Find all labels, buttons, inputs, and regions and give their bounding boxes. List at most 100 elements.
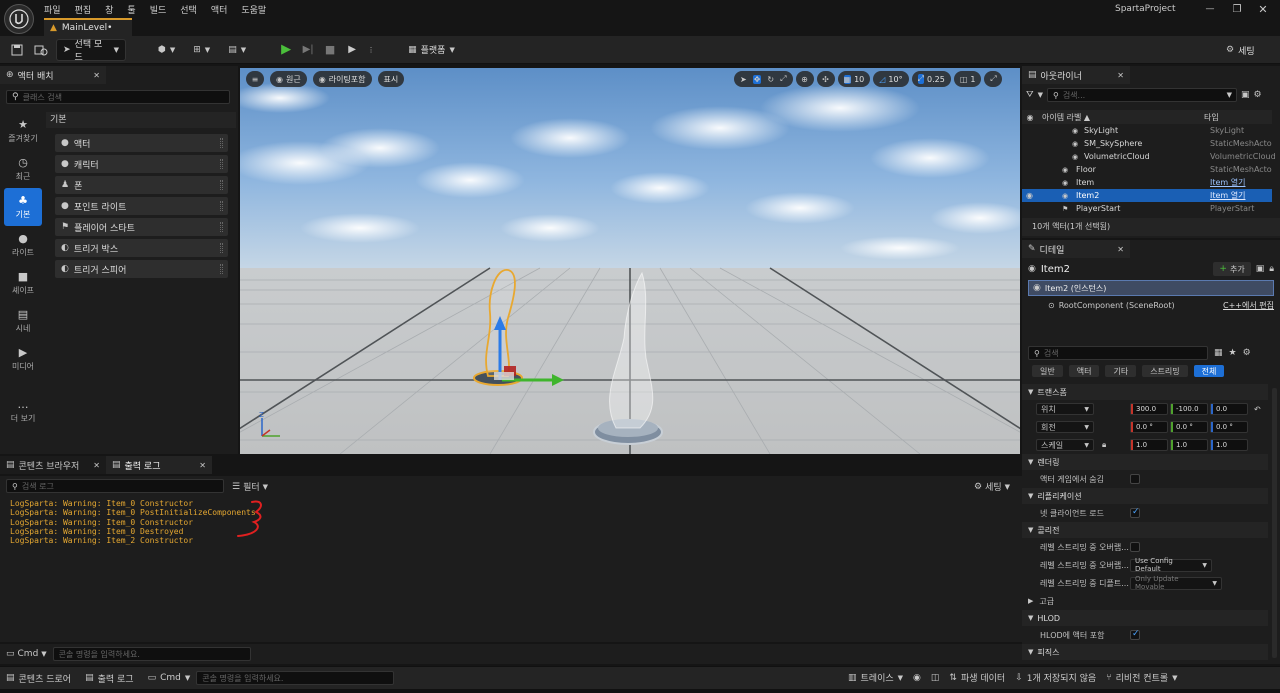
transform-section-header[interactable]: ▼ 트랜스폼 (1022, 384, 1268, 400)
menu-window[interactable]: 창 (105, 3, 113, 16)
place-item-character[interactable]: ● 캐릭터 (55, 155, 228, 173)
location-dropdown[interactable]: 위치 ▼ (1036, 403, 1094, 415)
play-icon[interactable]: ▶ (278, 42, 294, 57)
close-tab-icon[interactable]: ✕ (1117, 245, 1124, 254)
statusbar-cmd-selector[interactable]: ▭ Cmd ▼ (148, 673, 191, 683)
root-component-row[interactable]: ⊙ RootComponent (SceneRoot) C++에서 편집 (1048, 298, 1274, 312)
collision-row-3-dropdown[interactable]: Only Update Movable ▼ (1130, 575, 1222, 591)
location-z-field[interactable]: 0.0 (1210, 403, 1248, 415)
log-cmd-selector[interactable]: ▭ Cmd ▼ (6, 649, 47, 659)
table-view-icon[interactable]: ▦ (1214, 348, 1223, 358)
log-area[interactable]: LogSparta: Warning: Item_0 Constructor L… (0, 496, 1022, 642)
place-item-player-start[interactable]: ⚑ 플레이어 스타트 (55, 218, 228, 236)
close-tab-icon[interactable]: ✕ (1117, 71, 1124, 80)
add-component-button[interactable]: + 추가 (1213, 262, 1251, 276)
scale-y-field[interactable]: 1.0 (1170, 439, 1208, 451)
hidden-in-game-checkbox[interactable] (1130, 474, 1140, 484)
category-favorites[interactable]: ★ 즐겨찾기 (4, 112, 42, 150)
log-filter-button[interactable]: ☰ 필터 ▼ (232, 480, 268, 494)
menu-file[interactable]: 파일 (44, 3, 61, 16)
component-instance-row[interactable]: ◉ Item2 (인스턴스) (1028, 280, 1274, 296)
category-shapes[interactable]: ■ 셰이프 (4, 264, 42, 302)
details-tab[interactable]: ✎ 디테일 ✕ (1022, 240, 1130, 258)
gear-icon[interactable]: ⚙ (1243, 348, 1251, 358)
place-item-pawn[interactable]: ♟ 폰 (55, 176, 228, 194)
close-tab-icon[interactable]: ✕ (199, 461, 206, 470)
replication-section-header[interactable]: ▼ 리플리케이션 (1022, 488, 1268, 504)
rotation-x-field[interactable]: 0.0 ° (1130, 421, 1168, 433)
scale-x-field[interactable]: 1.0 (1130, 439, 1168, 451)
content-browser-icon[interactable] (32, 44, 50, 56)
outliner-row-floor[interactable]: ◉ Floor StaticMeshActo (1022, 163, 1272, 176)
category-cinematic[interactable]: ▤ 시네 (4, 302, 42, 340)
derived-data-button[interactable]: ⇅ 파생 데이터 (949, 671, 1005, 685)
hlod-include-checkbox[interactable] (1130, 629, 1140, 640)
outliner-row-playerstart[interactable]: ⚑ PlayerStart PlayerStart (1022, 202, 1272, 215)
log-search-input[interactable]: ⚲ 검색 로그 (6, 479, 224, 493)
rotation-z-field[interactable]: 0.0 ° (1210, 421, 1248, 433)
world-space-button[interactable]: ⊕ (795, 71, 814, 87)
details-scrollbar[interactable] (1272, 388, 1277, 658)
hlod-section-header[interactable]: ▼ HLOD (1022, 610, 1268, 626)
more-vertical-icon[interactable]: ⋮ (366, 46, 376, 54)
outliner-row-sm-skysphere[interactable]: ◉ SM_SkySphere StaticMeshActo (1022, 137, 1272, 150)
menu-edit[interactable]: 편집 (75, 3, 92, 16)
category-recent[interactable]: ◷ 최근 (4, 150, 42, 188)
category-more[interactable]: … 더 보기 (4, 392, 42, 430)
class-search-input[interactable]: ⚲ 클래스 검색 (6, 90, 230, 104)
level-viewport[interactable]: Z ≡ ◉ 원근 ◉ 라이팅포함 표시 ➤ ✥ ↻ ⤢ ⊕ ✣ ▦ 10 ◿ 10° ⤢… (240, 68, 1020, 454)
add-folder-icon[interactable]: ▣ (1241, 90, 1250, 100)
blueprint-button[interactable]: ⊞ ▼ (187, 39, 216, 61)
outliner-search-input[interactable]: ⚲ 검색... ▼ (1046, 88, 1237, 102)
maximize-viewport-button[interactable]: ⤢ (984, 71, 1003, 87)
platform-button[interactable]: ▦ 플랫폼 ▼ (402, 39, 461, 61)
unsaved-button[interactable]: ⇩ 1개 저장되지 않음 (1015, 671, 1096, 685)
visibility-icon[interactable]: ◉ (1022, 113, 1038, 122)
collision-row-1-checkbox[interactable] (1130, 542, 1140, 552)
scale-dropdown[interactable]: 스케일 ▼ (1036, 439, 1094, 451)
menu-tools[interactable]: 툴 (127, 3, 135, 16)
reset-icon[interactable]: ↶ (1254, 405, 1261, 414)
filter-icon[interactable]: ⛛ (1026, 90, 1034, 100)
menu-select[interactable]: 선택 (180, 3, 197, 16)
trace-button[interactable]: ▥ 트레이스 ▼ (848, 671, 903, 685)
filter-tab-all[interactable]: 전체 (1193, 365, 1225, 377)
output-log-tab[interactable]: ▤ 출력 로그 ✕ (106, 456, 212, 474)
rotate-tool-icon[interactable]: ↻ (767, 75, 774, 84)
show-button[interactable]: 표시 (377, 71, 405, 87)
collision-section-header[interactable]: ▼ 콜리전 (1022, 522, 1268, 538)
scale-z-field[interactable]: 1.0 (1210, 439, 1248, 451)
mode-selector[interactable]: ➤ 선택 모드 ▼ (56, 38, 126, 63)
statusbar-console-input[interactable]: 콘솔 명령을 입력하세요. (196, 671, 395, 685)
place-item-trigger-sphere[interactable]: ◐ 트리거 스피어 (55, 260, 228, 278)
content-browser-tab[interactable]: ▤ 콘텐츠 브라우저 ✕ (0, 456, 106, 474)
place-item-trigger-box[interactable]: ◐ 트리거 박스 (55, 239, 228, 257)
unreal-logo-icon[interactable] (4, 4, 34, 34)
save-icon[interactable] (8, 44, 26, 56)
statusbar-output-log-button[interactable]: ▤ 출력 로그 (85, 672, 134, 685)
advanced-row[interactable]: ▶ 고급 (1022, 592, 1268, 610)
close-tab-icon[interactable]: ✕ (93, 461, 100, 470)
details-search-input[interactable]: ⚲ 검색 (1028, 346, 1208, 360)
location-y-field[interactable]: -100.0 (1170, 403, 1208, 415)
close-tab-icon[interactable]: ✕ (93, 71, 100, 80)
close-icon[interactable]: ✕ (1256, 2, 1270, 16)
rotation-snap-button[interactable]: ◿ 10° (873, 71, 909, 87)
lock-icon[interactable]: 🔒︎ (1102, 440, 1106, 450)
place-item-actor[interactable]: ● 액터 (55, 134, 228, 152)
outliner-row-item[interactable]: ◉ Item Item 열기 (1022, 176, 1272, 189)
filter-tab-streaming[interactable]: 스트리밍 (1142, 365, 1188, 377)
content-drawer-button[interactable]: ▤ 콘텐츠 드로어 (6, 672, 71, 685)
lighting-button[interactable]: ◉ 라이팅포함 (312, 71, 372, 87)
category-media[interactable]: ▶ 미디어 (4, 340, 42, 378)
add-actor-button[interactable]: ⬢ ▼ (152, 39, 181, 61)
col-type[interactable]: 타입 (1204, 112, 1219, 123)
star-icon[interactable]: ★ (1229, 348, 1237, 358)
revision-control-button[interactable]: ⑂ 리비전 컨트롤 ▼ (1106, 671, 1177, 685)
lock-icon[interactable]: 🔒︎ (1269, 264, 1274, 274)
outliner-row-volumetric-cloud[interactable]: ◉ VolumetricCloud VolumetricCloud (1022, 150, 1276, 163)
rotation-dropdown[interactable]: 회전 ▼ (1036, 421, 1094, 433)
net-load-checkbox[interactable] (1130, 507, 1140, 518)
col-item-label[interactable]: 아이템 라벨 ▲ (1042, 112, 1090, 123)
scale-snap-button[interactable]: ⤢ 0.25 (911, 71, 951, 87)
